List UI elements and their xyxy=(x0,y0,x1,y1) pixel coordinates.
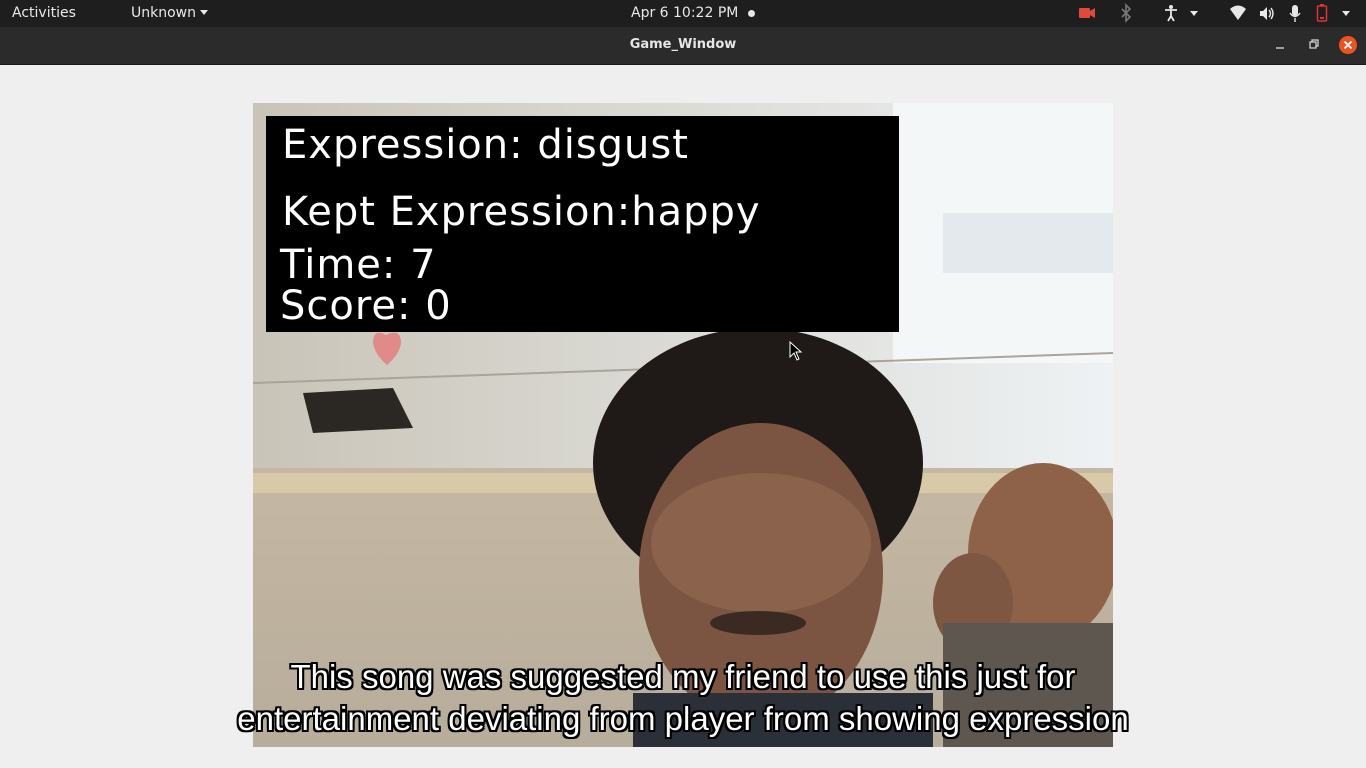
app-menu-label: Unknown xyxy=(131,5,196,21)
restore-icon xyxy=(1309,39,1319,49)
window-titlebar[interactable]: Game_Window xyxy=(0,27,1366,65)
notification-dot-icon xyxy=(748,10,755,17)
microphone-icon[interactable] xyxy=(1288,0,1302,27)
subtitle-line-2: entertainment deviating from player from… xyxy=(237,700,1129,737)
accessibility-icon[interactable] xyxy=(1163,0,1179,27)
time-label: Time: 7 xyxy=(280,242,437,288)
close-button[interactable] xyxy=(1339,36,1357,54)
activities-button[interactable]: Activities xyxy=(12,5,76,21)
game-stats-panel: Expression: disgust Kept Expression:happ… xyxy=(266,116,899,332)
volume-icon[interactable] xyxy=(1258,0,1276,27)
minimize-button[interactable] xyxy=(1271,36,1289,54)
subtitle-line-1: This song was suggested my friend to use… xyxy=(290,658,1076,695)
battery-icon[interactable] xyxy=(1316,0,1328,27)
wifi-icon[interactable] xyxy=(1229,0,1247,27)
app-menu[interactable]: Unknown xyxy=(131,5,208,21)
minimize-icon xyxy=(1276,47,1284,49)
score-label: Score: 0 xyxy=(280,283,452,329)
window-title: Game_Window xyxy=(629,37,737,52)
camera-icon[interactable] xyxy=(1078,0,1096,27)
top-bar: Activities Unknown Apr 6 10:22 PM xyxy=(0,0,1366,27)
chevron-down-icon[interactable] xyxy=(1188,0,1200,27)
close-icon xyxy=(1343,40,1353,50)
chevron-down-icon[interactable] xyxy=(1340,0,1352,27)
kept-expression-label: Kept Expression:happy xyxy=(282,189,761,235)
mouse-cursor-icon xyxy=(789,341,803,361)
bluetooth-icon[interactable] xyxy=(1120,0,1132,27)
camera-feed: Expression: disgust Kept Expression:happ… xyxy=(253,103,1113,747)
chevron-down-icon xyxy=(200,10,208,15)
maximize-button[interactable] xyxy=(1305,36,1323,54)
clock[interactable]: Apr 6 10:22 PM xyxy=(631,5,738,21)
expression-label: Expression: disgust xyxy=(282,122,689,168)
